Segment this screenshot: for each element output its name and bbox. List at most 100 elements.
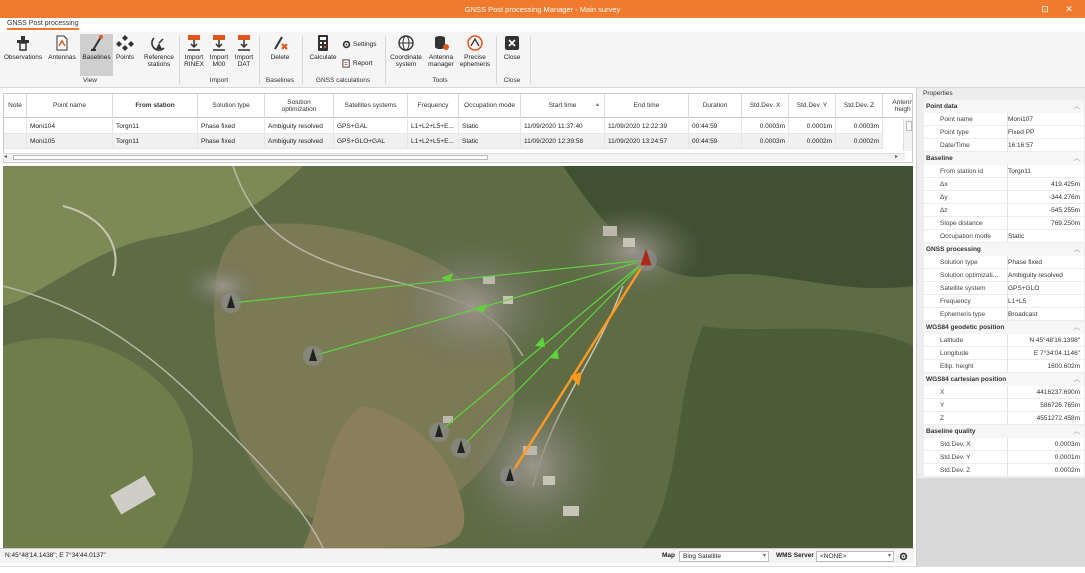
group-label-tools: Tools	[432, 77, 448, 84]
point-marker[interactable]	[451, 438, 471, 458]
ribbon: Observations Antennas Baselines Points R…	[0, 32, 1085, 88]
report-button[interactable]: Report	[342, 59, 373, 68]
table-cell[interactable]: 00:44:59	[689, 119, 742, 134]
section-baseline[interactable]: Baseline ︿	[924, 152, 1084, 165]
window-close-button[interactable]: ✕	[1062, 3, 1076, 15]
satellite-map[interactable]	[3, 166, 913, 548]
property-row: X 4416237.690m	[924, 386, 1084, 399]
section-point-data[interactable]: Point data ︿	[924, 100, 1084, 113]
scrollbar-thumb[interactable]	[13, 155, 488, 160]
table-cell[interactable]	[4, 134, 27, 149]
baseline-icon	[90, 35, 103, 51]
column-header-duration[interactable]: Duration	[689, 94, 742, 118]
table-cell[interactable]: Phase fixed	[198, 134, 265, 149]
delete-button[interactable]: Delete	[264, 34, 296, 61]
points-button[interactable]: Points	[114, 34, 136, 61]
section-gnss-processing[interactable]: GNSS processing ︿	[924, 243, 1084, 256]
scroll-right-icon[interactable]: ▸	[895, 153, 898, 160]
antenna-manager-button[interactable]: Antenna manager	[425, 34, 457, 68]
horizontal-scrollbar[interactable]: ◂ ▸	[3, 153, 905, 161]
import-m00-button[interactable]: Import M00	[207, 34, 231, 68]
column-header-solution-type[interactable]: Solution type	[198, 94, 265, 118]
table-cell[interactable]: Static	[459, 134, 521, 149]
scroll-left-icon[interactable]: ◂	[4, 153, 7, 160]
table-cell[interactable]: 0.0002m	[789, 134, 836, 149]
tab-gnss-post-processing[interactable]: GNSS Post processing	[7, 20, 79, 30]
collapse-icon[interactable]: ︿	[1074, 100, 1081, 113]
table-cell[interactable]: Phase fixed	[198, 119, 265, 134]
table-cell[interactable]: 11/09/2020 12:39:58	[521, 134, 605, 149]
vertical-scrollbar[interactable]	[903, 119, 912, 151]
column-header-satellites-systems[interactable]: Satellites systems	[334, 94, 408, 118]
collapse-icon[interactable]: ︿	[1074, 425, 1081, 438]
import-rinex-button[interactable]: Import RINEX	[182, 34, 206, 68]
table-cell[interactable]: 0.0001m	[789, 119, 836, 134]
group-separator	[385, 36, 386, 84]
group-label-baselines: Baselines	[265, 77, 295, 84]
settings-button[interactable]: Settings	[342, 40, 377, 49]
column-header-occupation-mode[interactable]: Occupation mode	[459, 94, 521, 118]
point-marker-moni107[interactable]	[500, 466, 520, 486]
table-cell[interactable]: Torgn11	[113, 134, 198, 149]
column-header-std-dev-z[interactable]: Std.Dev. Z	[836, 94, 883, 118]
table-cell[interactable]: 11/09/2020 11:37:40	[521, 119, 605, 134]
calculate-button[interactable]: Calculate	[306, 34, 340, 61]
collapse-icon[interactable]: ︿	[1074, 373, 1081, 386]
antennas-button[interactable]: Antennas	[45, 34, 79, 61]
column-header-std-dev-y[interactable]: Std.Dev. Y	[789, 94, 836, 118]
observations-button[interactable]: Observations	[2, 34, 44, 61]
table-cell[interactable]: Ambiguity resolved	[265, 119, 334, 134]
column-header-point-name[interactable]: Point name	[27, 94, 113, 118]
table-cell[interactable]: L1+L2+L5+E...	[408, 134, 459, 149]
reference-station-marker[interactable]	[635, 248, 657, 271]
restore-button[interactable]: ⊡	[1038, 3, 1052, 15]
property-row: Longitude E 7°34'04.1146"	[924, 347, 1084, 360]
table-cell[interactable]: GPS+GAL	[334, 119, 408, 134]
table-cell[interactable]: L1+L2+L5+E...	[408, 119, 459, 134]
coordinate-system-button[interactable]: Coordinate system	[388, 34, 424, 68]
point-marker[interactable]	[429, 422, 449, 442]
table-cell[interactable]: Moni104	[27, 119, 113, 134]
column-header-note[interactable]: Note	[4, 94, 27, 118]
map-settings-gear-icon[interactable]	[899, 552, 908, 561]
close-button[interactable]: Close	[500, 34, 524, 61]
point-marker-moni104[interactable]	[221, 293, 241, 313]
table-cell[interactable]: 0.0003m	[836, 119, 883, 134]
import-dat-button[interactable]: Import DAT	[232, 34, 256, 68]
column-header-antenna-height[interactable]: Antenn heigh	[883, 94, 912, 118]
table-cell[interactable]: 11/09/2020 13:24:57	[605, 134, 689, 149]
property-row: Δy -344.276m	[924, 191, 1084, 204]
table-cell[interactable]: Ambiguity resolved	[265, 134, 334, 149]
column-header-frequency[interactable]: Frequency	[408, 94, 459, 118]
scrollbar-thumb[interactable]	[906, 121, 912, 131]
table-cell[interactable]: Static	[459, 119, 521, 134]
map-canvas[interactable]	[3, 166, 913, 548]
table-cell[interactable]: GPS+GLO+GAL	[334, 134, 408, 149]
collapse-icon[interactable]: ︿	[1074, 321, 1081, 334]
table-cell[interactable]: 11/09/2020 12:22:39	[605, 119, 689, 134]
column-header-from-station[interactable]: From station	[113, 94, 198, 118]
collapse-icon[interactable]: ︿	[1074, 243, 1081, 256]
column-header-std-dev-x[interactable]: Std.Dev. X	[742, 94, 789, 118]
table-cell[interactable]: Torgn11	[113, 119, 198, 134]
column-header-solution-optimization[interactable]: Solution optimization	[265, 94, 334, 118]
property-row: Solution type Phase fixed	[924, 256, 1084, 269]
wms-server-select[interactable]: <NONE> ▾	[816, 551, 894, 562]
section-wgs84-geodetic[interactable]: WGS84 geodetic position ︿	[924, 321, 1084, 334]
collapse-icon[interactable]: ︿	[1074, 152, 1081, 165]
precise-ephemeris-button[interactable]: Precise ephemeris	[458, 34, 492, 68]
table-cell[interactable]	[4, 119, 27, 134]
table-cell[interactable]: 0.0003m	[742, 134, 789, 149]
section-wgs84-cartesian[interactable]: WGS84 cartesian position ︿	[924, 373, 1084, 386]
baselines-button[interactable]: Baselines	[80, 34, 113, 76]
map-type-select[interactable]: Bing Satellite ▾	[679, 551, 769, 562]
section-baseline-quality[interactable]: Baseline quality ︿	[924, 425, 1084, 438]
column-header-end-time[interactable]: End time	[605, 94, 689, 118]
point-marker[interactable]	[303, 346, 323, 366]
table-cell[interactable]: 0.0002m	[836, 134, 883, 149]
table-cell[interactable]: 00:44:59	[689, 134, 742, 149]
reference-stations-button[interactable]: Reference stations	[140, 34, 178, 68]
column-header-start-time[interactable]: Start time ▲	[521, 94, 605, 118]
table-cell[interactable]: Moni105	[27, 134, 113, 149]
table-cell[interactable]: 0.0003m	[742, 119, 789, 134]
